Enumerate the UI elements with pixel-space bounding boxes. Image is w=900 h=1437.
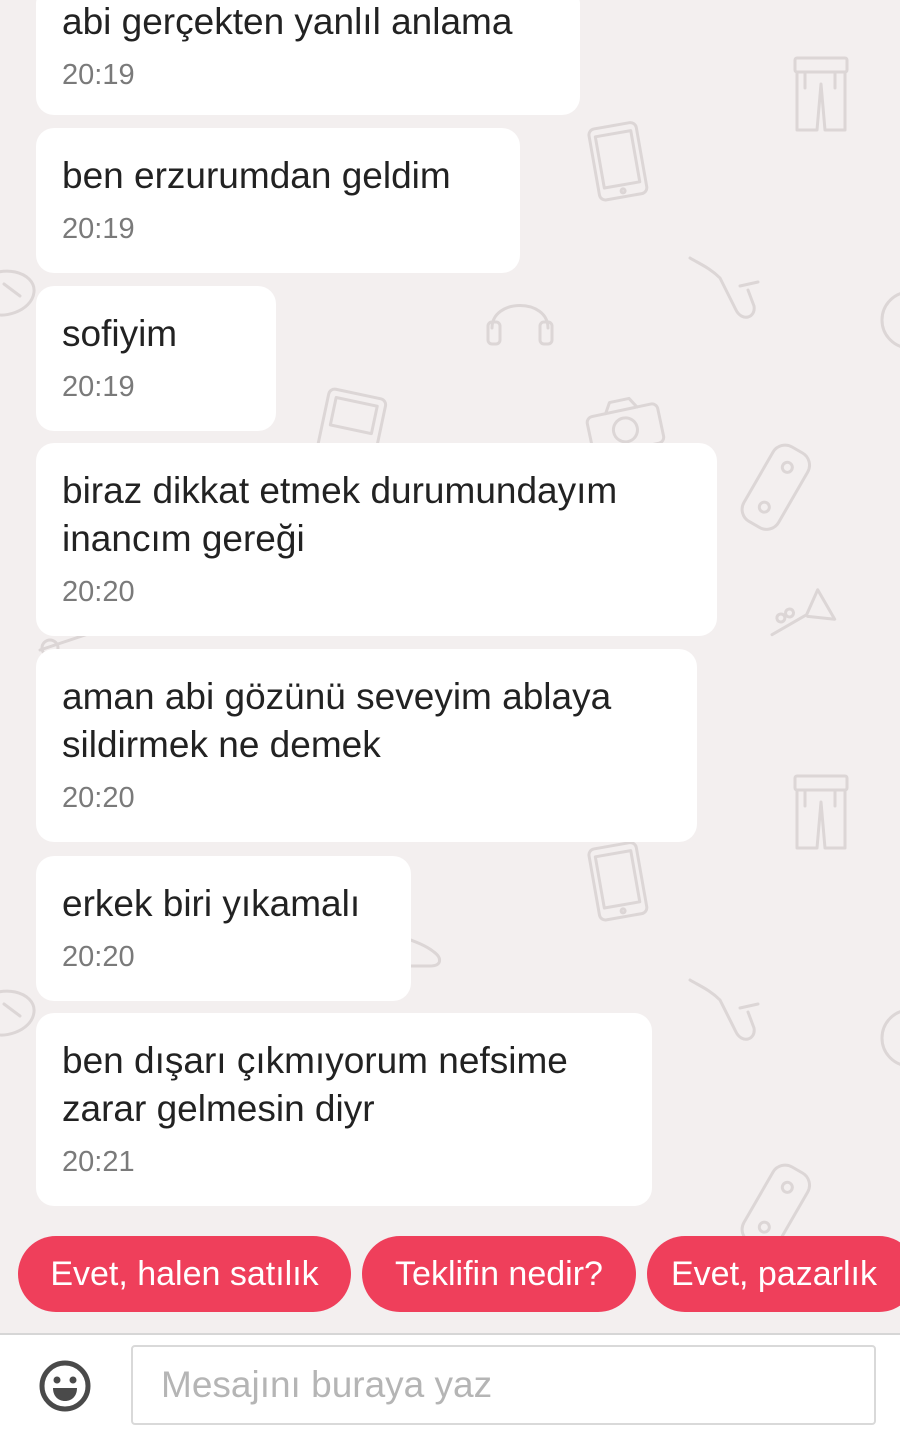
ring-icon (880, 292, 900, 348)
saxophone-icon (688, 978, 760, 1041)
message-timestamp: 20:20 (62, 782, 135, 814)
message-text: erkek biri yıkamalı (62, 883, 361, 924)
quick-reply-negotiable-button[interactable]: Evet, pazarlık (647, 1236, 900, 1312)
message-bubble[interactable]: ben erzurumdan geldim 20:19 (36, 128, 520, 273)
quick-reply-bar: Evet, halen satılık Teklifin nedir? Evet… (0, 1236, 900, 1312)
message-text: sofiyim (62, 313, 178, 354)
guitar-icon (0, 269, 36, 317)
guitar-icon (0, 989, 36, 1037)
message-text: ben dışarı çıkmıyorum nefsime zarar gelm… (62, 1040, 568, 1129)
message-input[interactable] (131, 1345, 876, 1425)
saxophone-icon (688, 256, 760, 319)
tablet-icon (587, 841, 649, 922)
message-bubble[interactable]: abi gerçekten yanlıl anlama 20:19 (36, 0, 580, 115)
message-text: ben erzurumdan geldim (62, 155, 451, 196)
message-bubble[interactable]: sofiyim 20:19 (36, 286, 276, 431)
pants-icon (793, 56, 849, 132)
message-composer (0, 1333, 900, 1437)
trumpet-icon (770, 588, 837, 637)
headphones-icon (486, 304, 554, 346)
message-bubble[interactable]: biraz dikkat etmek durumundayım inancım … (36, 443, 717, 636)
message-text: aman abi gözünü seveyim ablaya sildirmek… (62, 676, 612, 765)
message-bubble[interactable]: erkek biri yıkamalı 20:20 (36, 856, 411, 1001)
message-bubble[interactable]: ben dışarı çıkmıyorum nefsime zarar gelm… (36, 1013, 652, 1206)
message-text: abi gerçekten yanlıl anlama (62, 1, 513, 42)
message-bubble[interactable]: aman abi gözünü seveyim ablaya sildirmek… (36, 649, 697, 842)
ring-icon (880, 1010, 900, 1066)
chat-area[interactable]: abi gerçekten yanlıl anlama 20:19 ben er… (0, 0, 900, 1333)
quick-reply-whats-your-offer-button[interactable]: Teklifin nedir? (362, 1236, 636, 1312)
message-text: biraz dikkat etmek durumundayım inancım … (62, 470, 618, 559)
message-timestamp: 20:20 (62, 576, 135, 608)
message-timestamp: 20:20 (62, 941, 135, 973)
skateboard-icon (740, 443, 812, 531)
message-timestamp: 20:21 (62, 1146, 135, 1178)
quick-reply-still-for-sale-button[interactable]: Evet, halen satılık (18, 1236, 351, 1312)
message-timestamp: 20:19 (62, 371, 135, 403)
smiley-face-icon[interactable] (38, 1359, 92, 1413)
tablet-icon (587, 121, 649, 202)
message-timestamp: 20:19 (62, 59, 135, 91)
pants-icon (793, 774, 849, 850)
message-timestamp: 20:19 (62, 213, 135, 245)
